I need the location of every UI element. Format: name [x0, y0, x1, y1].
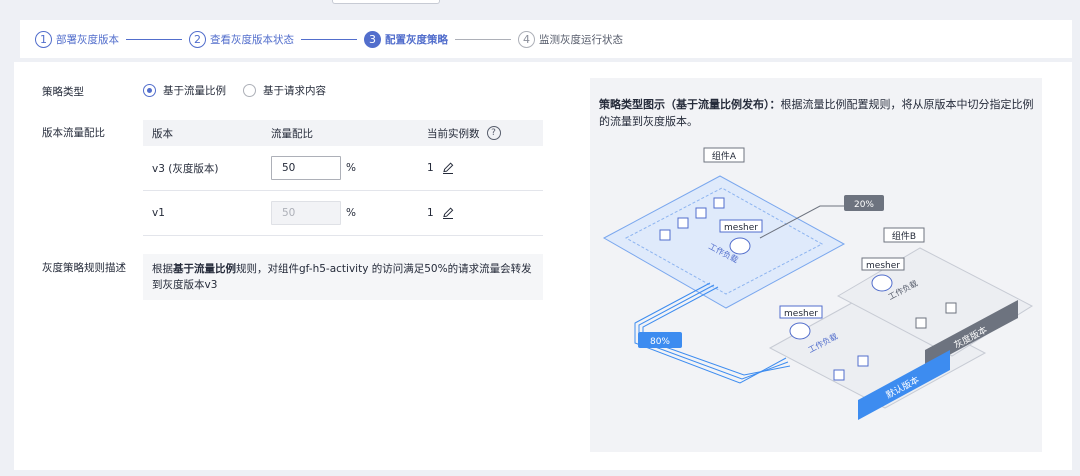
pct-20-label: 20% [854, 200, 874, 210]
strategy-diagram: 策略类型图示（基于流量比例发布）：根据流量比例配置规则，将从原版本中切分指定比例… [590, 78, 1042, 452]
edit-icon[interactable] [441, 206, 455, 220]
strategy-panel: 策略类型 基于流量比例 基于请求内容 版本流量配比 版本 流量配比 当前实例数 … [14, 62, 1072, 470]
diagram-svg: 灰度版本 默认版本 组件A 组件B 20% 80% mesher 工作负载 me… [602, 147, 1034, 420]
instance-count: 1 [427, 207, 434, 219]
step-1-label: 部署灰度版本 [56, 33, 119, 46]
cube-icon [945, 302, 957, 314]
desc-bold: 基于流量比例 [173, 263, 236, 275]
mesher-a-label: mesher [724, 223, 758, 233]
step-1-number: 1 [35, 30, 52, 48]
ratio-cell: 50 % [271, 156, 427, 180]
step-2[interactable]: 2 查看灰度版本状态 [189, 30, 294, 48]
table-header: 版本 流量配比 当前实例数 ? [143, 120, 543, 146]
rule-description: 根据基于流量比例规则，对组件gf-h5-activity 的访问满足50%的请求… [143, 254, 543, 300]
version-cell: v1 [152, 207, 165, 219]
cube-icon [713, 197, 725, 209]
header-version: 版本 [152, 127, 173, 140]
desc-label: 灰度策略规则描述 [42, 262, 126, 274]
radio-request-content[interactable]: 基于请求内容 [243, 83, 326, 98]
version-ratio-table: 版本 流量配比 当前实例数 ? v3 (灰度版本) 50 % 1 v1 50 % [143, 120, 543, 236]
radio-traffic-ratio[interactable]: 基于流量比例 [143, 83, 226, 98]
cube-icon [833, 369, 845, 381]
mesher-a-icon [729, 237, 751, 255]
top-button-edge [332, 0, 440, 4]
step-4-number: 4 [518, 30, 535, 48]
cube-icon [659, 229, 671, 241]
ratio-cell: 50 % [271, 201, 427, 225]
step-3-number: 3 [364, 30, 381, 48]
mesher-default-icon [789, 322, 811, 340]
step-connector [126, 38, 182, 40]
table-row: v1 50 % 1 [143, 191, 543, 236]
step-4-label: 监测灰度运行状态 [539, 33, 623, 46]
header-ratio: 流量配比 [271, 127, 313, 140]
desc-prefix: 根据 [152, 263, 173, 275]
ratio-input[interactable]: 50 [271, 156, 341, 180]
step-3[interactable]: 3 配置灰度策略 [364, 30, 448, 48]
radio-label: 基于请求内容 [263, 85, 326, 97]
percent-unit: % [346, 162, 356, 174]
strategy-type-label: 策略类型 [42, 86, 84, 98]
step-3-label: 配置灰度策略 [385, 33, 448, 46]
cube-icon [695, 207, 707, 219]
cube-icon [915, 317, 927, 329]
edit-icon[interactable] [441, 161, 455, 175]
instances-cell: 1 [427, 206, 543, 220]
step-1[interactable]: 1 部署灰度版本 [35, 30, 119, 48]
cube-icon [857, 355, 869, 367]
ratio-label: 版本流量配比 [42, 127, 105, 139]
step-4[interactable]: 4 监测灰度运行状态 [518, 30, 623, 48]
component-a-label: 组件A [712, 150, 737, 162]
instances-cell: 1 [427, 161, 543, 175]
step-connector [455, 38, 511, 40]
instance-count: 1 [427, 162, 434, 174]
radio-label: 基于流量比例 [163, 85, 226, 97]
cube-icon [677, 217, 689, 229]
step-connector [301, 38, 357, 40]
version-cell: v3 (灰度版本) [152, 162, 219, 175]
header-instances: 当前实例数 ? [427, 126, 543, 141]
mesher-default-label: mesher [784, 309, 818, 319]
component-a-platform [602, 175, 846, 309]
question-icon[interactable]: ? [486, 126, 501, 140]
header-instances-label: 当前实例数 [427, 127, 480, 140]
step-2-number: 2 [189, 30, 206, 48]
table-row: v3 (灰度版本) 50 % 1 [143, 146, 543, 191]
step-2-label: 查看灰度版本状态 [210, 33, 294, 46]
mesher-b-icon [871, 274, 893, 292]
radio-checked-icon [143, 84, 156, 97]
mesher-b-label: mesher [866, 261, 900, 271]
component-b-label: 组件B [892, 230, 916, 242]
stepper: 1 部署灰度版本 2 查看灰度版本状态 3 配置灰度策略 4 监测灰度运行状态 [20, 20, 1072, 58]
pct-80-label: 80% [650, 337, 670, 347]
percent-unit: % [346, 207, 356, 219]
radio-unchecked-icon [243, 84, 256, 97]
ratio-input-disabled: 50 [271, 201, 341, 225]
